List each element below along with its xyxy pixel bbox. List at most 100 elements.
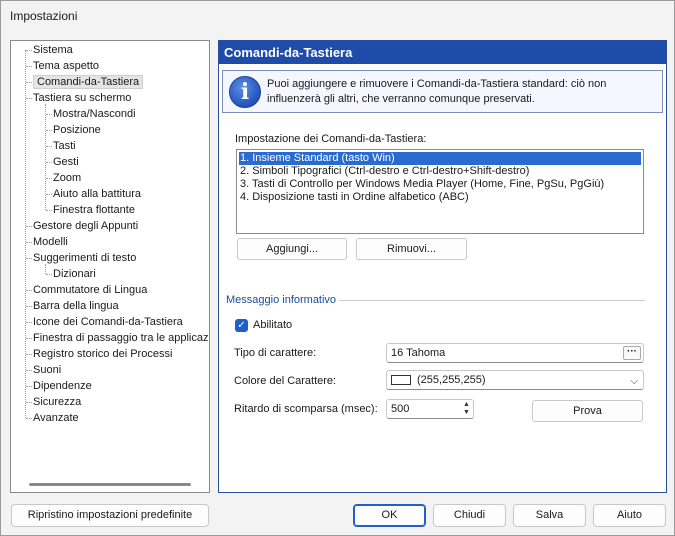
tree-item[interactable]: Suoni: [33, 362, 61, 378]
tree-item[interactable]: Tema aspetto: [33, 58, 99, 74]
tree-connector: [46, 210, 52, 211]
hotkey-sets-list[interactable]: 1. Insieme Standard (tasto Win) 2. Simbo…: [236, 149, 644, 234]
tree-item-label: Dipendenze: [33, 380, 92, 392]
tree-item-label: Zoom: [53, 172, 82, 184]
info-box: i Puoi aggiungere e rimuovere i Comandi-…: [222, 70, 663, 113]
enabled-checkbox[interactable]: ✓: [235, 319, 248, 332]
tree-item[interactable]: Tasti: [53, 138, 76, 154]
tree-connector: [26, 322, 32, 323]
tree-item[interactable]: Icone dei Comandi-da-Tastiera: [33, 314, 183, 330]
tree-item[interactable]: Gesti: [53, 154, 79, 170]
tree-item[interactable]: Posizione: [53, 122, 101, 138]
tree-item-label: Gestore degli Appunti: [33, 220, 139, 232]
panel-title: Comandi-da-Tastiera: [219, 41, 666, 64]
tree-item-label: Sistema: [33, 44, 73, 56]
tree-item[interactable]: Commutatore di Lingua: [33, 282, 147, 298]
tree-connector: [26, 306, 32, 307]
tree-item-label: Dizionari: [53, 268, 96, 280]
test-button[interactable]: Prova: [532, 400, 643, 422]
tree-item-label: Comandi-da-Tastiera: [33, 75, 144, 89]
tree-item-label: Gesti: [53, 156, 79, 168]
tree-item[interactable]: Sistema: [33, 42, 73, 58]
tree-connector: [26, 418, 32, 419]
tree-item-label: Finestra di passaggio tra le applicazion…: [33, 332, 210, 344]
list-item[interactable]: 1. Insieme Standard (tasto Win): [239, 152, 641, 165]
tree-connector: [46, 194, 52, 195]
tree-connector: [26, 82, 32, 83]
setup-label: Impostazione dei Comandi-da-Tastiera:: [235, 133, 427, 145]
tree-connector: [26, 370, 32, 371]
settings-window: Impostazioni Sistema Tema aspetto Comandi-…: [0, 0, 675, 536]
list-item[interactable]: 3. Tasti di Controllo per Windows Media …: [239, 178, 641, 191]
remove-button[interactable]: Rimuovi...: [356, 238, 467, 260]
spin-down-icon[interactable]: ▼: [461, 409, 472, 417]
tree-item[interactable]: Dipendenze: [33, 378, 92, 394]
add-button[interactable]: Aggiungi...: [237, 238, 347, 260]
tree-item-label: Sicurezza: [33, 396, 82, 408]
delay-value: 500: [391, 403, 410, 415]
info-text: Puoi aggiungere e rimuovere i Comandi-da…: [267, 78, 607, 105]
font-picker-button[interactable]: ···: [623, 346, 641, 360]
list-item[interactable]: 2. Simboli Tipografici (Ctrl-destro e Ct…: [239, 165, 641, 178]
tree-connector: [26, 402, 32, 403]
font-field: 16 Tahoma ···: [386, 343, 644, 363]
tree-connector: [26, 338, 32, 339]
tree-connector: [45, 104, 46, 210]
tree-item-label: Posizione: [53, 124, 101, 136]
tree-connector: [46, 274, 52, 275]
list-item[interactable]: 4. Disposizione tasti in Ordine alfabeti…: [239, 191, 641, 204]
tree-item[interactable]: Zoom: [53, 170, 81, 186]
group-divider: [339, 300, 645, 301]
tree-connector: [26, 50, 32, 51]
tree-item[interactable]: Registro storico dei Processi: [33, 346, 172, 362]
delay-label: Ritardo di scomparsa (msec):: [234, 403, 378, 415]
tree-item[interactable]: Mostra/Nascondi: [53, 106, 136, 122]
tree-horizontal-scrollbar[interactable]: [29, 483, 191, 486]
tree-connector: [26, 386, 32, 387]
help-button[interactable]: Aiuto: [593, 504, 666, 527]
tree-item-label: Tema aspetto: [33, 60, 100, 72]
tree-item-label: Suggerimenti di testo: [33, 252, 137, 264]
enabled-label: Abilitato: [253, 319, 293, 331]
tree-connector: [26, 98, 32, 99]
delay-input[interactable]: 500 ▲ ▼: [386, 399, 474, 419]
title-bar[interactable]: Impostazioni: [1, 1, 674, 33]
tree-connector: [46, 178, 52, 179]
tree-item[interactable]: Gestore degli Appunti: [33, 218, 138, 234]
tree-item-label: Tasti: [53, 140, 76, 152]
tree-connector: [46, 146, 52, 147]
color-select[interactable]: (255,255,255) ⌵: [386, 370, 644, 390]
tree-connector: [26, 226, 32, 227]
settings-panel: Comandi-da-Tastiera i Puoi aggiungere e …: [218, 40, 667, 493]
ok-button[interactable]: OK: [353, 504, 426, 527]
tree-connector: [45, 264, 46, 274]
tree-connector: [46, 162, 52, 163]
tree-item[interactable]: Barra della lingua: [33, 298, 119, 314]
tree-connector: [46, 114, 52, 115]
tree-item[interactable]: Sicurezza: [33, 394, 81, 410]
tree-item[interactable]: Finestra flottante: [53, 202, 135, 218]
tree-item-label: Barra della lingua: [33, 300, 119, 312]
tree-connector: [26, 354, 32, 355]
tree-item[interactable]: Comandi-da-Tastiera: [33, 74, 144, 90]
tree-item-label: Avanzate: [33, 412, 79, 424]
color-label: Colore del Carattere:: [234, 375, 337, 387]
settings-tree[interactable]: Sistema Tema aspetto Comandi-da-Tastiera Ta…: [10, 40, 210, 493]
reset-defaults-button[interactable]: Ripristino impostazioni predefinite: [11, 504, 209, 527]
save-button[interactable]: Salva: [513, 504, 586, 527]
close-button[interactable]: Chiudi: [433, 504, 506, 527]
group-title: Messaggio informativo: [226, 294, 337, 306]
tree-item-label: Tastiera su schermo: [33, 92, 132, 104]
tree-item[interactable]: Suggerimenti di testo: [33, 250, 136, 266]
delay-spinner[interactable]: ▲ ▼: [461, 401, 472, 417]
tree-item[interactable]: Tastiera su schermo: [33, 90, 131, 106]
tree-item[interactable]: Modelli: [33, 234, 68, 250]
tree-item[interactable]: Avanzate: [33, 410, 79, 426]
tree-item-label: Mostra/Nascondi: [53, 108, 136, 120]
tree-item[interactable]: Aiuto alla battitura: [53, 186, 141, 202]
tree-item-label: Commutatore di Lingua: [33, 284, 148, 296]
window-title: Impostazioni: [10, 9, 78, 23]
tree-item[interactable]: Dizionari: [53, 266, 96, 282]
tree-item[interactable]: Finestra di passaggio tra le applicazion…: [33, 330, 210, 346]
spin-up-icon[interactable]: ▲: [461, 401, 472, 409]
